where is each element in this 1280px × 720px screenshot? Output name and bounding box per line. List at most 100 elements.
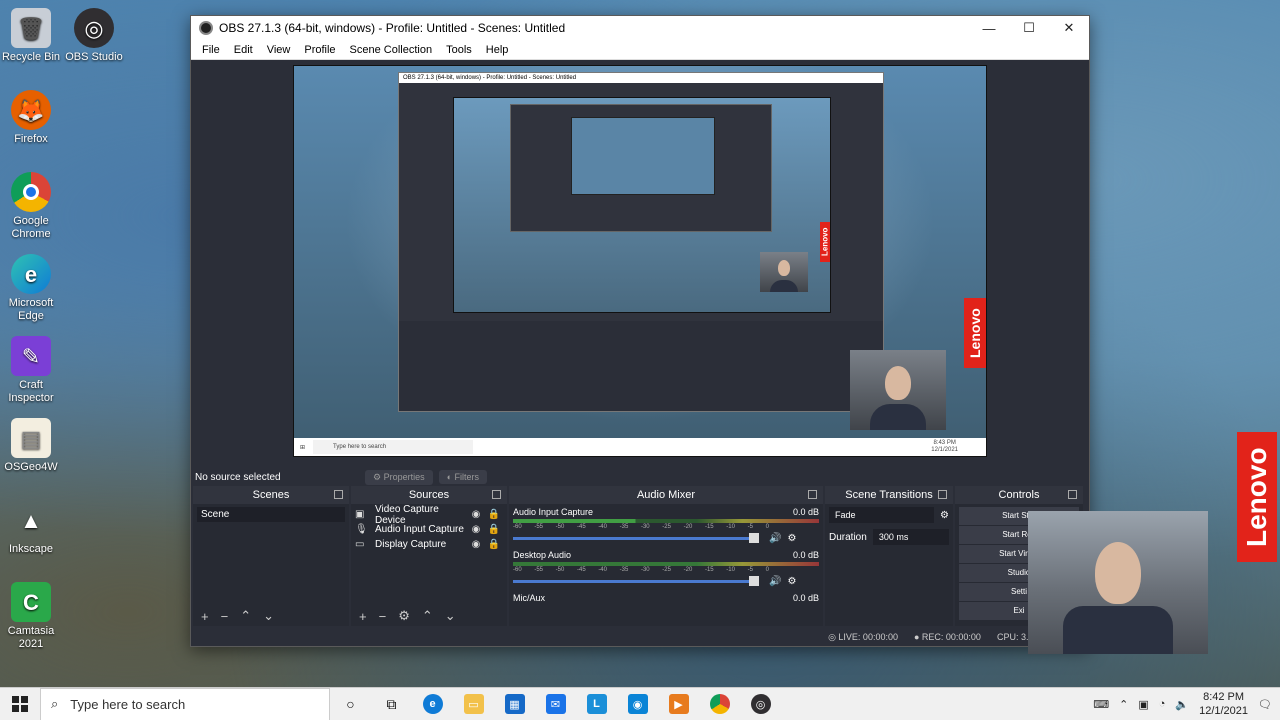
taskbar-search-input[interactable]: ⌕ Type here to search	[40, 687, 330, 720]
desktop-icon-recycle-bin[interactable]: 🗑 Recycle Bin	[0, 8, 62, 64]
taskbar-mail[interactable]: ✉	[535, 688, 576, 720]
lenovo-logo: Lenovo	[1237, 432, 1277, 562]
move-up-icon[interactable]: ⌃	[240, 608, 251, 624]
system-tray: ⌨ ⌃ ▣ ◔ 🔈 8:42 PM 12/1/2021 🗨	[1093, 690, 1280, 718]
undock-icon[interactable]	[334, 490, 343, 499]
desktop-icon-label: Camtasia 2021	[7, 625, 55, 650]
windows-icon	[12, 696, 28, 712]
visibility-eye-icon[interactable]: ◉	[467, 524, 485, 535]
menu-tools[interactable]: Tools	[439, 44, 479, 56]
tray-icon[interactable]: ▣	[1138, 698, 1148, 711]
taskbar-edge[interactable]: e	[412, 688, 453, 720]
nested-preview: Lenovo	[453, 97, 831, 313]
network-icon[interactable]: ◔	[1159, 698, 1166, 710]
preview-search: Type here to search	[313, 440, 474, 454]
webcam-overlay	[1028, 511, 1208, 654]
preview-canvas[interactable]: OBS 27.1.3 (64-bit, windows) - Profile: …	[293, 65, 987, 457]
transition-select[interactable]: Fade	[829, 507, 935, 523]
speaker-icon[interactable]: 🔊	[769, 533, 781, 544]
search-icon: ⌕	[51, 696, 59, 711]
desktop-icon-label: Craft Inspector	[8, 379, 54, 404]
menu-scene-collection[interactable]: Scene Collection	[343, 44, 440, 56]
source-item[interactable]: ▭ Display Capture ◉ 🔒	[355, 537, 503, 552]
taskbar-file-explorer[interactable]: ▭	[453, 688, 494, 720]
gear-icon[interactable]: ⚙	[787, 576, 796, 587]
desktop-icon-osgeo4w[interactable]: ▤ OSGeo4W	[0, 418, 62, 474]
chevron-up-icon[interactable]: ⌃	[1119, 698, 1128, 711]
dock-header: Scene Transitions	[825, 486, 953, 504]
taskbar-store[interactable]: ▦	[494, 688, 535, 720]
menu-view[interactable]: View	[260, 44, 298, 56]
filters-button[interactable]: ◐ Filters	[438, 470, 488, 484]
preview-taskbar: ⊞ Type here to search 8:43 PM 12/1/2021	[294, 438, 986, 456]
remove-icon[interactable]: −	[379, 609, 387, 624]
properties-button[interactable]: ⚙ Properties	[365, 469, 433, 485]
desktop-icon-camtasia[interactable]: C Camtasia 2021	[0, 582, 62, 651]
task-view-icon[interactable]: ⧉	[371, 688, 412, 720]
undock-icon[interactable]	[1068, 490, 1077, 499]
transitions-body: Fade ⚙ Duration 300 ms	[825, 504, 953, 626]
menu-profile[interactable]: Profile	[297, 44, 342, 56]
visibility-eye-icon[interactable]: ◉	[467, 509, 485, 520]
move-down-icon[interactable]: ⌄	[445, 608, 456, 624]
close-button[interactable]: ✕	[1049, 16, 1089, 40]
status-bar: ◎ LIVE: 00:00:00 ● REC: 00:00:00 CPU: 3.…	[191, 628, 1089, 646]
source-toolbar: No source selected ⚙ Properties ◐ Filter…	[191, 468, 1089, 486]
desktop-icon-label: OSGeo4W	[4, 461, 58, 473]
menu-edit[interactable]: Edit	[227, 44, 260, 56]
keyboard-icon[interactable]: ⌨	[1093, 698, 1109, 711]
speaker-icon[interactable]: 🔊	[769, 576, 781, 587]
obs-window: OBS 27.1.3 (64-bit, windows) - Profile: …	[190, 15, 1090, 647]
taskbar-clock[interactable]: 8:42 PM 12/1/2021	[1199, 690, 1248, 718]
volume-slider[interactable]	[513, 576, 759, 586]
desktop-icon-label: Inkscape	[8, 543, 54, 555]
volume-slider[interactable]	[513, 533, 759, 543]
taskbar-chrome[interactable]	[699, 688, 740, 720]
undock-icon[interactable]	[808, 490, 817, 499]
gear-icon[interactable]: ⚙	[787, 533, 796, 544]
cortana-icon[interactable]: ○	[330, 688, 371, 720]
desktop-icon-craft-inspector[interactable]: ✎ Craft Inspector	[0, 336, 62, 405]
gear-icon[interactable]: ⚙	[940, 510, 949, 521]
source-item[interactable]: 🎙 Audio Input Capture ◉ 🔒	[355, 522, 503, 537]
duration-field[interactable]: 300 ms	[872, 529, 949, 545]
gear-icon[interactable]: ⚙	[398, 608, 410, 624]
sources-dock: Sources ▣ Video Capture Device ◉ 🔒 🎙 Aud…	[351, 486, 507, 626]
lock-icon[interactable]: 🔒	[485, 524, 503, 535]
menu-help[interactable]: Help	[479, 44, 516, 56]
undock-icon[interactable]	[938, 490, 947, 499]
taskbar-app-blue[interactable]: ◉	[617, 688, 658, 720]
remove-icon[interactable]: −	[221, 609, 229, 624]
desktop-icon-label: Firefox	[14, 133, 48, 145]
desktop-icon-firefox[interactable]: 🦊 Firefox	[0, 90, 62, 146]
move-down-icon[interactable]: ⌄	[263, 608, 274, 624]
source-item[interactable]: ▣ Video Capture Device ◉ 🔒	[355, 504, 503, 526]
maximize-button[interactable]: ☐	[1009, 16, 1049, 40]
menu-file[interactable]: File	[195, 44, 227, 56]
visibility-eye-icon[interactable]: ◉	[467, 539, 485, 550]
speaker-icon[interactable]: 🔈	[1175, 698, 1189, 711]
desktop-icon-google-chrome[interactable]: Google Chrome	[0, 172, 62, 241]
live-status: ◎ LIVE: 00:00:00	[828, 631, 898, 642]
obs-icon: ◎	[74, 8, 114, 48]
minimize-button[interactable]: —	[969, 16, 1009, 40]
level-meter	[513, 519, 819, 523]
desktop-icon-microsoft-edge[interactable]: e Microsoft Edge	[0, 254, 62, 323]
undock-icon[interactable]	[492, 490, 501, 499]
add-icon[interactable]: +	[201, 609, 209, 624]
taskbar-app-l[interactable]: L	[576, 688, 617, 720]
taskbar-app-orange[interactable]: ▶	[658, 688, 699, 720]
move-up-icon[interactable]: ⌃	[422, 608, 433, 624]
start-button[interactable]	[0, 696, 40, 712]
record-icon: ●	[913, 632, 922, 642]
preview-area: OBS 27.1.3 (64-bit, windows) - Profile: …	[191, 60, 1089, 468]
lock-icon[interactable]: 🔒	[485, 509, 503, 520]
notifications-icon[interactable]: 🗨	[1258, 698, 1272, 711]
add-icon[interactable]: +	[359, 609, 367, 624]
desktop-icon-obs-studio[interactable]: ◎ OBS Studio	[63, 8, 125, 64]
taskbar-obs[interactable]: ◎	[740, 688, 781, 720]
lock-icon[interactable]: 🔒	[485, 539, 503, 550]
desktop-icon-inkscape[interactable]: ▲ Inkscape	[0, 500, 62, 556]
scene-item[interactable]: Scene	[197, 507, 345, 522]
nested-obs-window: OBS 27.1.3 (64-bit, windows) - Profile: …	[398, 72, 884, 412]
